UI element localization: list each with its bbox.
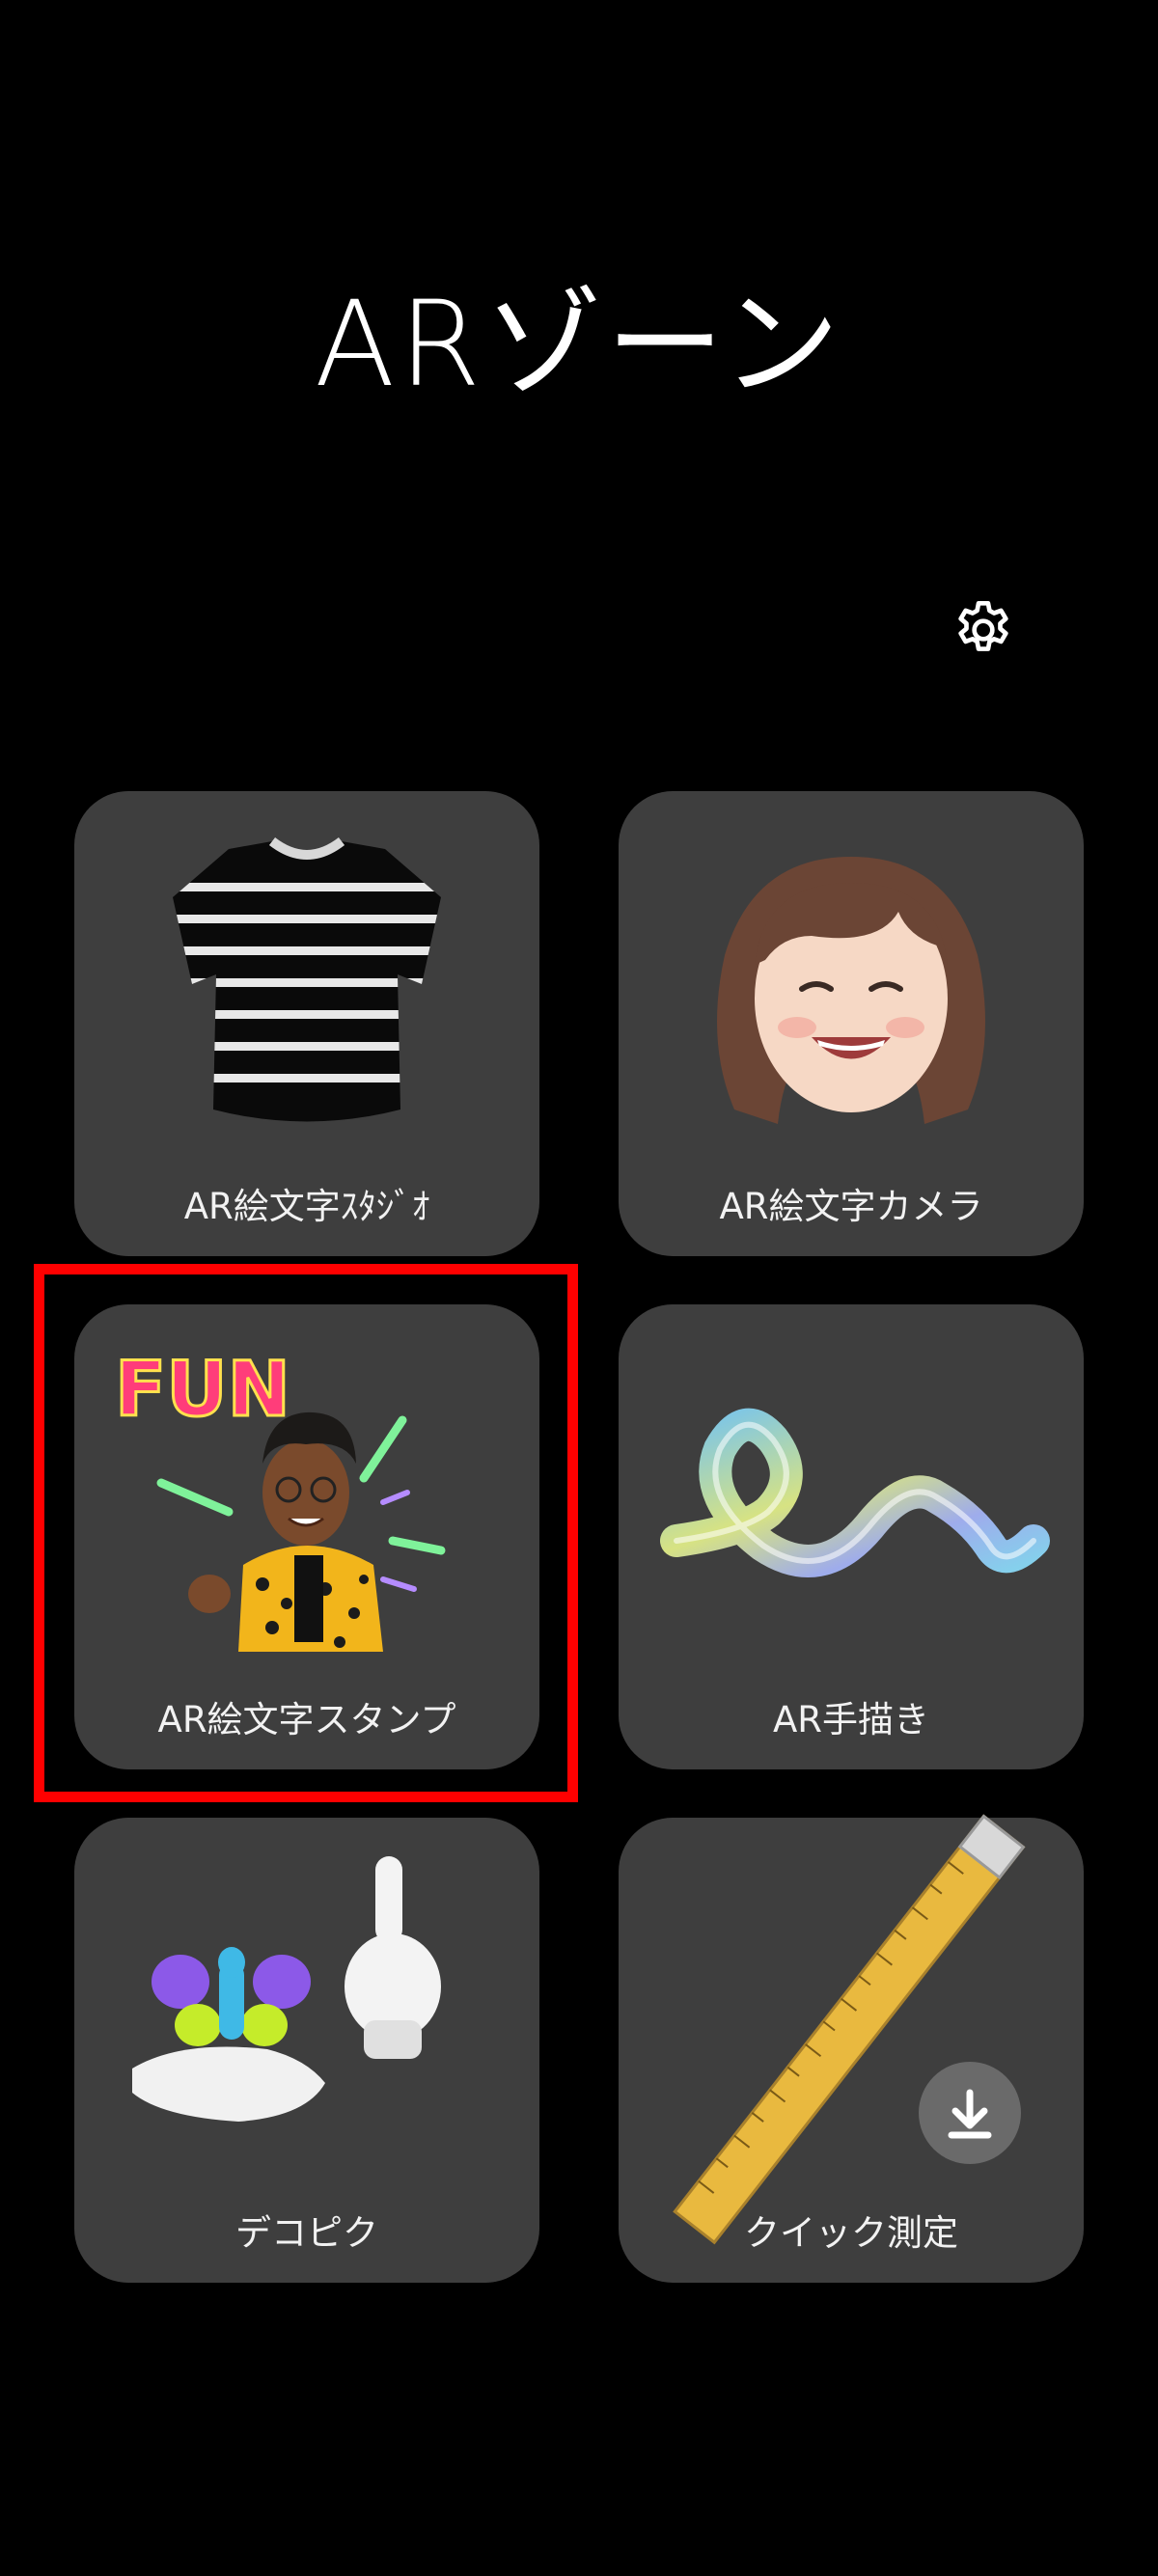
tile-ar-emoji-camera[interactable]: AR絵文字カメラ: [619, 791, 1084, 1256]
settings-gear-icon[interactable]: [950, 596, 1017, 664]
tile-label: AR手描き: [772, 1699, 930, 1740]
tile-label: AR絵文字ｽﾀｼﾞｵ: [183, 1186, 430, 1227]
download-icon: [948, 2089, 992, 2139]
measuring-tape-icon: [673, 1814, 1026, 2245]
page-title: ARゾーン: [314, 276, 844, 413]
tile-label: クイック測定: [744, 2212, 958, 2254]
tile-ar-doodle[interactable]: AR手描き: [619, 1304, 1084, 1769]
tile-label: AR絵文字カメラ: [719, 1186, 983, 1227]
tile-deco-pic[interactable]: デコピク: [74, 1818, 539, 2283]
tile-label: デコピク: [235, 2212, 378, 2254]
tile-label: AR絵文字スタンプ: [157, 1699, 456, 1740]
download-badge[interactable]: [919, 2062, 1021, 2164]
tile-ar-emoji-studio[interactable]: AR絵文字ｽﾀｼﾞｵ: [74, 791, 539, 1256]
